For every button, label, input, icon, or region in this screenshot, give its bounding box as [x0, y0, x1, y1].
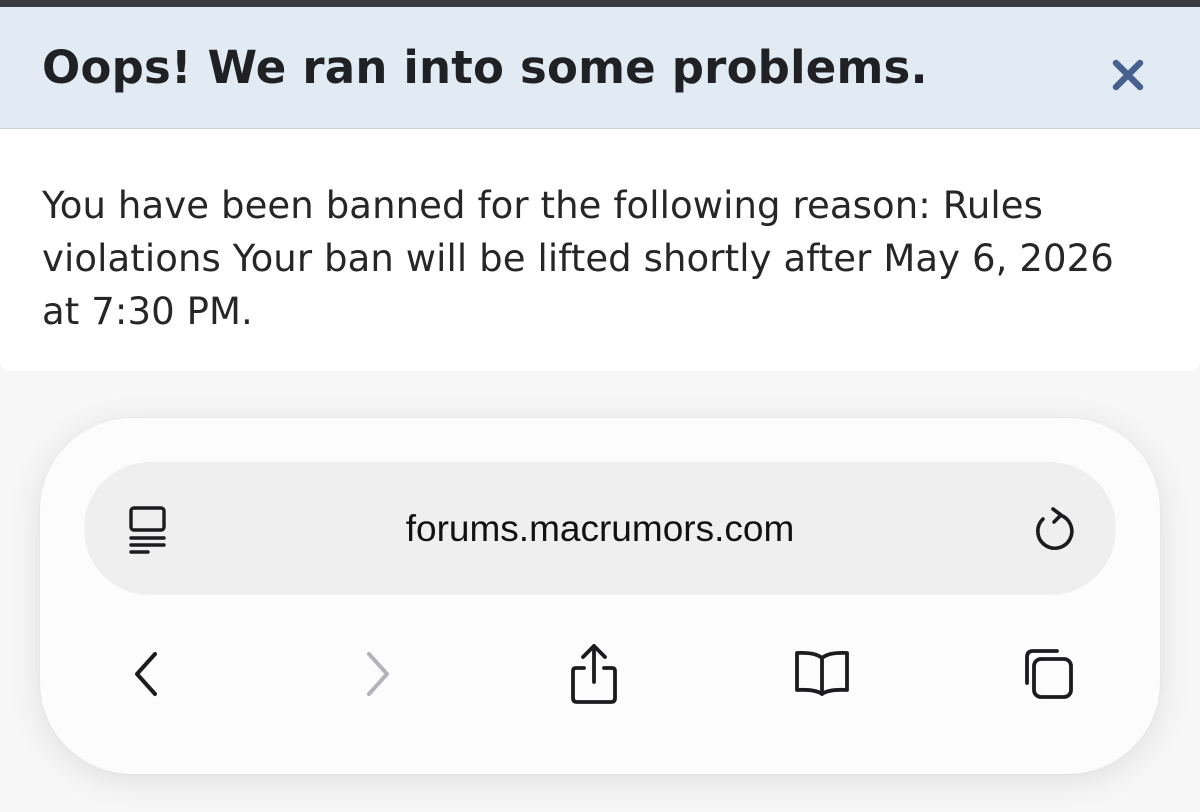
- close-icon: [1112, 59, 1144, 91]
- address-bar[interactable]: forums.macrumors.com: [84, 462, 1116, 595]
- dialog-header: Oops! We ran into some problems.: [0, 7, 1200, 129]
- share-button[interactable]: [558, 638, 630, 710]
- reader-mode-icon[interactable]: [126, 504, 176, 554]
- close-button[interactable]: [1100, 47, 1156, 103]
- dialog-title: Oops! We ran into some problems.: [42, 41, 928, 94]
- forward-chevron-icon: [367, 652, 389, 696]
- back-chevron-icon: [135, 652, 157, 696]
- forward-button[interactable]: [342, 638, 414, 710]
- reload-icon[interactable]: [1030, 505, 1078, 553]
- share-icon: [571, 644, 617, 704]
- browser-bottom-bar: forums.macrumors.com: [40, 418, 1160, 774]
- url-text[interactable]: forums.macrumors.com: [234, 506, 966, 552]
- ban-message: You have been banned for the following r…: [42, 184, 1114, 333]
- bookmarks-book-icon: [795, 650, 849, 696]
- tabs-button[interactable]: [1012, 638, 1084, 710]
- back-button[interactable]: [110, 638, 182, 710]
- bookmarks-button[interactable]: [786, 638, 858, 710]
- error-dialog: Oops! We ran into some problems. You hav…: [0, 7, 1200, 371]
- tabs-icon: [1025, 649, 1073, 699]
- top-edge-strip: [0, 0, 1200, 7]
